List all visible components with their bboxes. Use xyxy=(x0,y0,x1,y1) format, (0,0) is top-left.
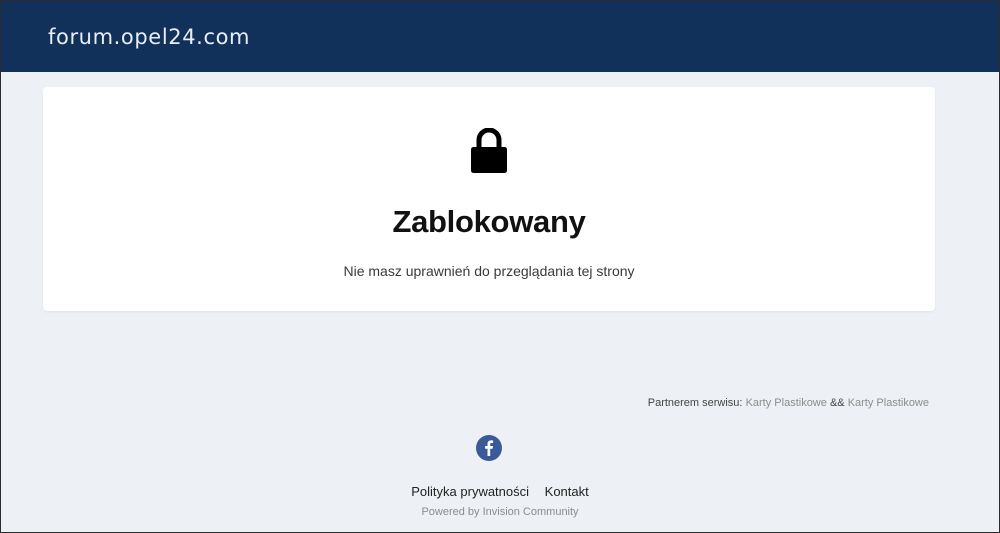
page-title: Zablokowany xyxy=(392,204,586,239)
partner-prefix: Partnerem serwisu: xyxy=(647,397,743,409)
site-header: forum.opel24.com xyxy=(1,1,999,72)
footer-links: Polityka prywatności Kontakt xyxy=(1,484,999,499)
contact-link[interactable]: Kontakt xyxy=(545,484,589,499)
site-title-link[interactable]: forum.opel24.com xyxy=(48,25,250,49)
powered-by-link[interactable]: Powered by Invision Community xyxy=(421,506,578,518)
partner-line: Partnerem serwisu: Karty Plastikowe && K… xyxy=(648,397,929,409)
error-message: Nie masz uprawnień do przeglądania tej s… xyxy=(343,263,635,279)
privacy-policy-link[interactable]: Polityka prywatności xyxy=(411,484,529,499)
facebook-icon[interactable] xyxy=(476,435,502,461)
partner-link-1[interactable]: Karty Plastikowe xyxy=(746,397,827,409)
error-card: Zablokowany Nie masz uprawnień do przegl… xyxy=(43,87,935,311)
powered-by: Powered by Invision Community xyxy=(1,506,999,518)
partner-link-2[interactable]: Karty Plastikowe xyxy=(848,397,929,409)
partner-separator: && xyxy=(829,397,845,409)
lock-icon xyxy=(471,128,507,173)
